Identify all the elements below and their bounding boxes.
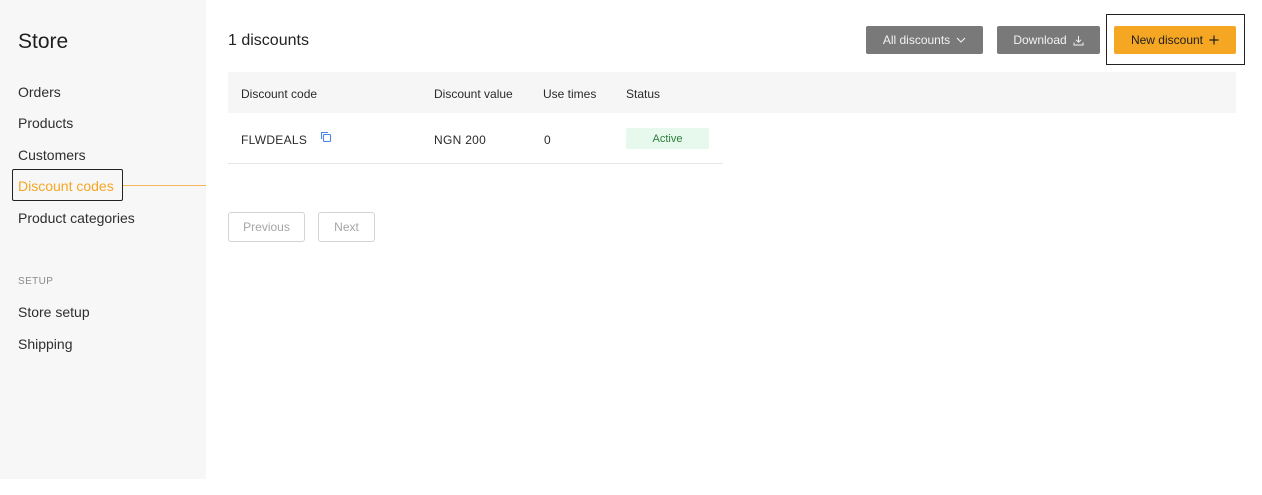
sidebar: Store Orders Products Customers Discount… bbox=[0, 0, 206, 479]
column-header-discount-code[interactable]: Discount code bbox=[241, 87, 317, 101]
download-button-label: Download bbox=[1013, 33, 1067, 47]
active-item-connector-line bbox=[123, 185, 206, 186]
plus-icon bbox=[1209, 35, 1219, 45]
sidebar-item-orders[interactable]: Orders bbox=[18, 84, 61, 100]
setup-section-label: SETUP bbox=[18, 276, 54, 287]
next-page-button[interactable]: Next bbox=[318, 212, 375, 242]
sidebar-item-shipping[interactable]: Shipping bbox=[18, 336, 73, 352]
download-icon bbox=[1073, 35, 1084, 46]
sidebar-item-customers[interactable]: Customers bbox=[18, 147, 86, 163]
column-header-discount-value[interactable]: Discount value bbox=[434, 87, 513, 101]
page-title: 1 discounts bbox=[228, 32, 309, 49]
sidebar-item-product-categories[interactable]: Product categories bbox=[18, 210, 135, 226]
copy-icon[interactable] bbox=[319, 130, 333, 144]
download-button[interactable]: Download bbox=[997, 26, 1100, 54]
filter-button-label: All discounts bbox=[882, 33, 951, 47]
column-header-use-times[interactable]: Use times bbox=[543, 87, 596, 101]
discount-value-cell: NGN 200 bbox=[434, 133, 487, 147]
status-badge: Active bbox=[626, 128, 709, 149]
app-root: Store Orders Products Customers Discount… bbox=[0, 0, 1262, 495]
use-times-cell: 0 bbox=[544, 133, 551, 147]
table-row[interactable]: FLWDEALS NGN 200 0 Active bbox=[228, 113, 723, 164]
new-discount-label: New discount bbox=[1130, 33, 1204, 47]
discount-code-cell: FLWDEALS bbox=[241, 133, 308, 147]
table-header: Discount code Discount value Use times S… bbox=[228, 72, 1236, 113]
sidebar-item-store-setup[interactable]: Store setup bbox=[18, 304, 90, 320]
store-title: Store bbox=[18, 30, 69, 53]
sidebar-item-products[interactable]: Products bbox=[18, 115, 73, 131]
new-discount-button[interactable]: New discount bbox=[1114, 26, 1236, 54]
sidebar-item-discount-codes[interactable]: Discount codes bbox=[18, 178, 114, 194]
previous-page-button[interactable]: Previous bbox=[228, 212, 305, 242]
column-header-status[interactable]: Status bbox=[626, 87, 660, 101]
chevron-down-icon bbox=[956, 36, 966, 44]
all-discounts-filter-button[interactable]: All discounts bbox=[866, 26, 983, 54]
